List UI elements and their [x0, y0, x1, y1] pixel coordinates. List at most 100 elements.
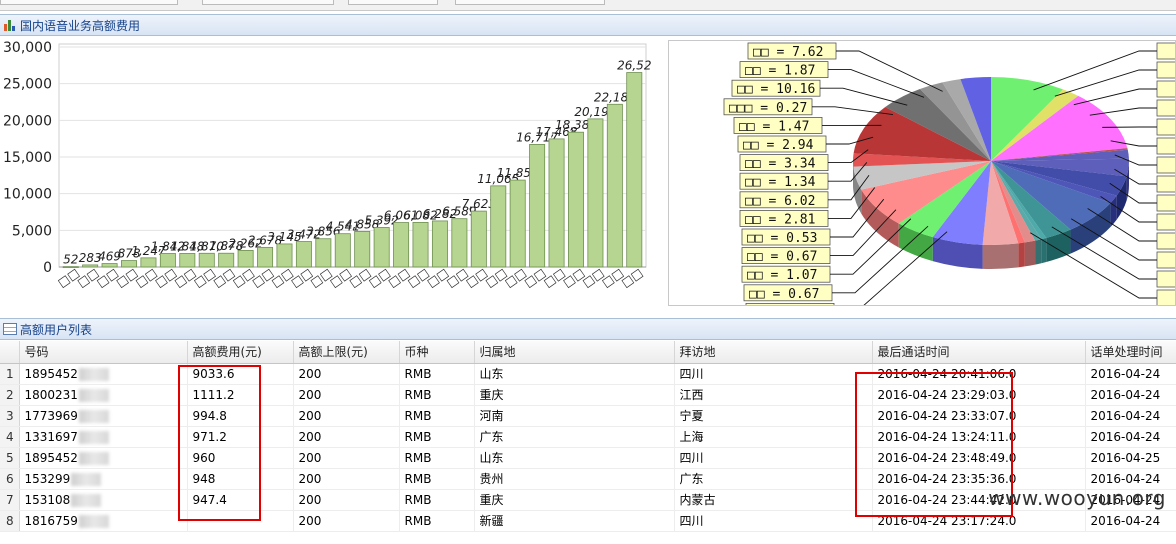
toolbar-field-3[interactable] [348, 0, 438, 5]
limit-cell: 200 [293, 489, 399, 510]
process-time-cell: 2016-04-24 [1085, 363, 1176, 384]
table-header-row: 号码 高额费用(元) 高额上限(元) 币种 归属地 拜访地 最后通话时间 话单处… [0, 341, 1176, 363]
top-toolbar-strip [0, 0, 1176, 11]
highlight-fee-box [178, 365, 261, 521]
bar [510, 180, 525, 267]
row-number: 1 [0, 363, 19, 384]
pie-label-box-right [1157, 214, 1176, 230]
home-region-cell: 新疆 [474, 510, 674, 531]
bar [530, 144, 545, 267]
redacted-blur [79, 452, 109, 465]
pie-label: □□ = 3.61 [751, 305, 821, 306]
pie-leader-line [836, 51, 943, 91]
y-tick-label: 20,000 [3, 113, 52, 129]
col-header[interactable]: 归属地 [474, 341, 674, 363]
col-header[interactable]: 币种 [399, 341, 474, 363]
row-number: 4 [0, 426, 19, 447]
bar [568, 132, 583, 267]
y-tick-label: 10,000 [3, 187, 52, 203]
pie-label: □□ = 2.94 [743, 138, 814, 153]
pie-label: □□ = 1.47 [739, 119, 809, 134]
visit-region-cell: 上海 [674, 426, 872, 447]
y-tick-label: 25,000 [3, 77, 52, 93]
pie-label: □□ = 2.81 [745, 212, 815, 227]
pie-label: □□ = 0.53 [747, 231, 817, 246]
col-header[interactable]: 号码 [19, 341, 187, 363]
bar [257, 247, 272, 267]
bar [491, 186, 506, 267]
row-number: 8 [0, 510, 19, 531]
pie-label-box-right [1157, 157, 1176, 173]
col-header[interactable]: 拜访地 [674, 341, 872, 363]
redacted-blur [79, 368, 109, 381]
bar [413, 222, 428, 267]
bar-chart-svg: 05,00010,00015,00020,00025,00030,00052□□… [0, 38, 660, 308]
phone-number-cell: 1331697 [19, 426, 187, 447]
home-region-cell: 广东 [474, 426, 674, 447]
col-header[interactable]: 话单处理时间 [1085, 341, 1176, 363]
col-header[interactable]: 高额上限(元) [293, 341, 399, 363]
bar [199, 253, 214, 267]
x-tick-label: □□ [619, 265, 646, 289]
visit-region-cell: 四川 [674, 447, 872, 468]
pie-label: □□ = 0.67 [747, 250, 817, 265]
currency-cell: RMB [399, 468, 474, 489]
bar-chart: 05,00010,00015,00020,00025,00030,00052□□… [0, 38, 660, 308]
limit-cell: 200 [293, 426, 399, 447]
visit-region-cell: 广东 [674, 468, 872, 489]
col-header[interactable]: 高额费用(元) [187, 341, 293, 363]
pie-side [1018, 242, 1025, 267]
process-time-cell: 2016-04-24 [1085, 405, 1176, 426]
pie-label-box-right [1157, 233, 1176, 249]
process-time-cell: 2016-04-24 [1085, 384, 1176, 405]
phone-number-cell: 1816759 [19, 510, 187, 531]
pie-label-box-right [1157, 119, 1176, 135]
row-number: 7 [0, 489, 19, 510]
y-tick-label: 5,000 [12, 223, 52, 239]
bar-value-label: 26,52 [617, 59, 651, 73]
pie-label: □□ = 0.67 [749, 287, 819, 302]
phone-number-cell: 153299 [19, 468, 187, 489]
pie-chart-svg: □□ = 7.62□□ = 1.87□□ = 10.16□□□ = 0.27□□… [669, 41, 1176, 306]
y-tick-label: 15,000 [3, 150, 52, 166]
bar [219, 253, 234, 267]
toolbar-field-1[interactable] [0, 0, 178, 5]
visit-region-cell: 四川 [674, 510, 872, 531]
limit-cell: 200 [293, 405, 399, 426]
home-region-cell: 重庆 [474, 384, 674, 405]
row-number: 5 [0, 447, 19, 468]
phone-number-cell: 1773969 [19, 405, 187, 426]
pie-label-box-right [1157, 195, 1176, 211]
currency-cell: RMB [399, 447, 474, 468]
row-number: 3 [0, 405, 19, 426]
currency-cell: RMB [399, 363, 474, 384]
pie-label-box-right [1157, 290, 1176, 306]
pie-label-box-right [1157, 81, 1176, 97]
bar [471, 211, 486, 267]
pie-label-box-right [1157, 138, 1176, 154]
pie-label-box-right [1157, 252, 1176, 268]
limit-cell: 200 [293, 447, 399, 468]
home-region-cell: 山东 [474, 447, 674, 468]
limit-cell: 200 [293, 363, 399, 384]
currency-cell: RMB [399, 489, 474, 510]
bar [355, 231, 370, 267]
pie-label-box-right [1157, 62, 1176, 78]
row-number: 6 [0, 468, 19, 489]
table-icon [3, 323, 17, 335]
bar [549, 139, 564, 267]
list-panel-title: 高额用户列表 [20, 321, 92, 338]
bar [296, 242, 311, 267]
redacted-blur [79, 515, 109, 528]
col-header[interactable]: 最后通话时间 [872, 341, 1085, 363]
bar [160, 253, 175, 267]
home-region-cell: 河南 [474, 405, 674, 426]
redacted-blur [79, 431, 109, 444]
toolbar-field-2[interactable] [202, 0, 334, 5]
limit-cell: 200 [293, 468, 399, 489]
home-region-cell: 重庆 [474, 489, 674, 510]
row-number-header [0, 341, 19, 363]
bar [180, 253, 195, 267]
toolbar-field-4[interactable] [455, 0, 605, 5]
phone-number-cell: 1800231 [19, 384, 187, 405]
